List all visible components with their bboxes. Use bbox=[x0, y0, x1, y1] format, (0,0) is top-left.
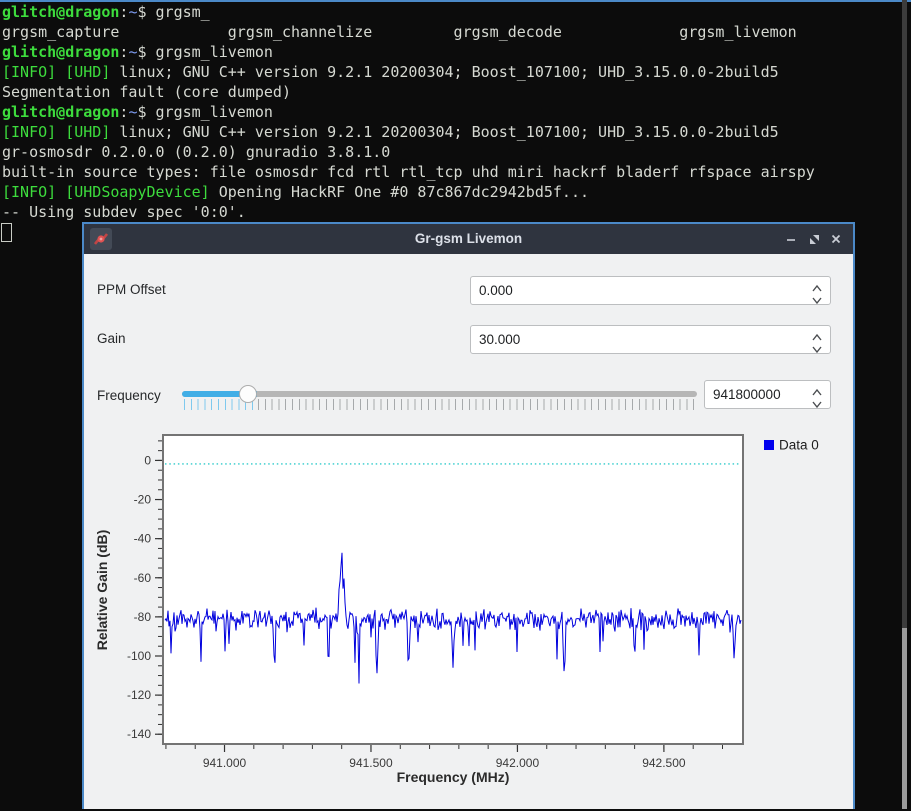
frequency-value: 941800000 bbox=[713, 381, 781, 408]
terminal-line: glitch@dragon:~$ grgsm_livemon bbox=[2, 42, 902, 62]
terminal-scrollbar[interactable] bbox=[902, 0, 907, 809]
terminal-line: -- Using subdev spec '0:0'. bbox=[2, 202, 902, 222]
spin-up-button[interactable] bbox=[811, 329, 823, 339]
frequency-label: Frequency bbox=[97, 388, 161, 403]
terminal-scrollbar-thumb[interactable] bbox=[902, 628, 907, 809]
window-titlebar[interactable]: Gr-gsm Livemon bbox=[84, 224, 853, 254]
gain-value: 30.000 bbox=[479, 326, 520, 353]
terminal-line: built-in source types: file osmosdr fcd … bbox=[2, 162, 902, 182]
y-tick-label: -140 bbox=[127, 727, 151, 741]
terminal-output: glitch@dragon:~$ grgsm_grgsm_capture grg… bbox=[2, 2, 902, 222]
terminal-cursor bbox=[1, 223, 12, 242]
x-axis-title: Frequency (MHz) bbox=[397, 769, 510, 785]
terminal-line: Segmentation fault (core dumped) bbox=[2, 82, 902, 102]
ppm-offset-value: 0.000 bbox=[479, 277, 513, 304]
terminal-line: grgsm_capture grgsm_channelize grgsm_dec… bbox=[2, 22, 902, 42]
x-tick-label: 942.000 bbox=[496, 756, 540, 770]
window-title: Gr-gsm Livemon bbox=[84, 224, 853, 254]
y-tick-label: -40 bbox=[134, 532, 152, 546]
gain-label: Gain bbox=[97, 331, 126, 346]
terminal-line: gr-osmosdr 0.2.0.0 (0.2.0) gnuradio 3.8.… bbox=[2, 142, 902, 162]
grgsm-livemon-window: Gr-gsm Livemon PPM Offset 0.000 bbox=[82, 222, 855, 809]
slider-track[interactable] bbox=[182, 391, 697, 397]
legend-item-data0[interactable]: Data 0 bbox=[764, 438, 819, 453]
y-tick-label: -20 bbox=[134, 493, 152, 507]
legend-label: Data 0 bbox=[779, 438, 819, 453]
terminal-line: [INFO] [UHDSoapyDevice] Opening HackRF O… bbox=[2, 182, 902, 202]
y-tick-label: -120 bbox=[127, 688, 151, 702]
terminal-line: [INFO] [UHD] linux; GNU C++ version 9.2.… bbox=[2, 122, 902, 142]
slider-handle[interactable] bbox=[239, 385, 257, 403]
x-tick-label: 941.000 bbox=[203, 756, 247, 770]
y-tick-label: -80 bbox=[134, 610, 152, 624]
slider-ticks bbox=[258, 399, 695, 410]
terminal-line: [INFO] [UHD] linux; GNU C++ version 9.2.… bbox=[2, 62, 902, 82]
y-tick-label: -60 bbox=[134, 571, 152, 585]
close-button[interactable] bbox=[826, 228, 846, 250]
spin-down-button[interactable] bbox=[811, 292, 823, 302]
maximize-button[interactable] bbox=[804, 228, 824, 250]
legend-swatch bbox=[764, 440, 774, 450]
frequency-spinbox[interactable]: 941800000 bbox=[704, 380, 831, 409]
terminal-line: glitch@dragon:~$ grgsm_ bbox=[2, 2, 902, 22]
terminal-line: glitch@dragon:~$ grgsm_livemon bbox=[2, 102, 902, 122]
gain-spinbox[interactable]: 30.000 bbox=[470, 325, 831, 354]
y-axis-title: Relative Gain (dB) bbox=[94, 530, 110, 651]
spin-down-button[interactable] bbox=[811, 341, 823, 351]
y-tick-label: 0 bbox=[144, 453, 151, 467]
spin-up-button[interactable] bbox=[811, 280, 823, 290]
x-tick-label: 942.500 bbox=[642, 756, 686, 770]
x-tick-label: 941.500 bbox=[349, 756, 393, 770]
ppm-offset-label: PPM Offset bbox=[97, 282, 166, 297]
plot-canvas bbox=[163, 435, 743, 744]
spectrum-plot: 941.000 941.500 942.000 942.500 0 -20 -40 -60 -8… bbox=[87, 427, 853, 811]
spin-down-button[interactable] bbox=[811, 396, 823, 406]
frequency-slider[interactable] bbox=[182, 384, 697, 410]
ppm-offset-spinbox[interactable]: 0.000 bbox=[470, 276, 831, 305]
minimize-button[interactable] bbox=[781, 228, 801, 250]
y-tick-label: -100 bbox=[127, 649, 151, 663]
spin-up-button[interactable] bbox=[811, 384, 823, 394]
